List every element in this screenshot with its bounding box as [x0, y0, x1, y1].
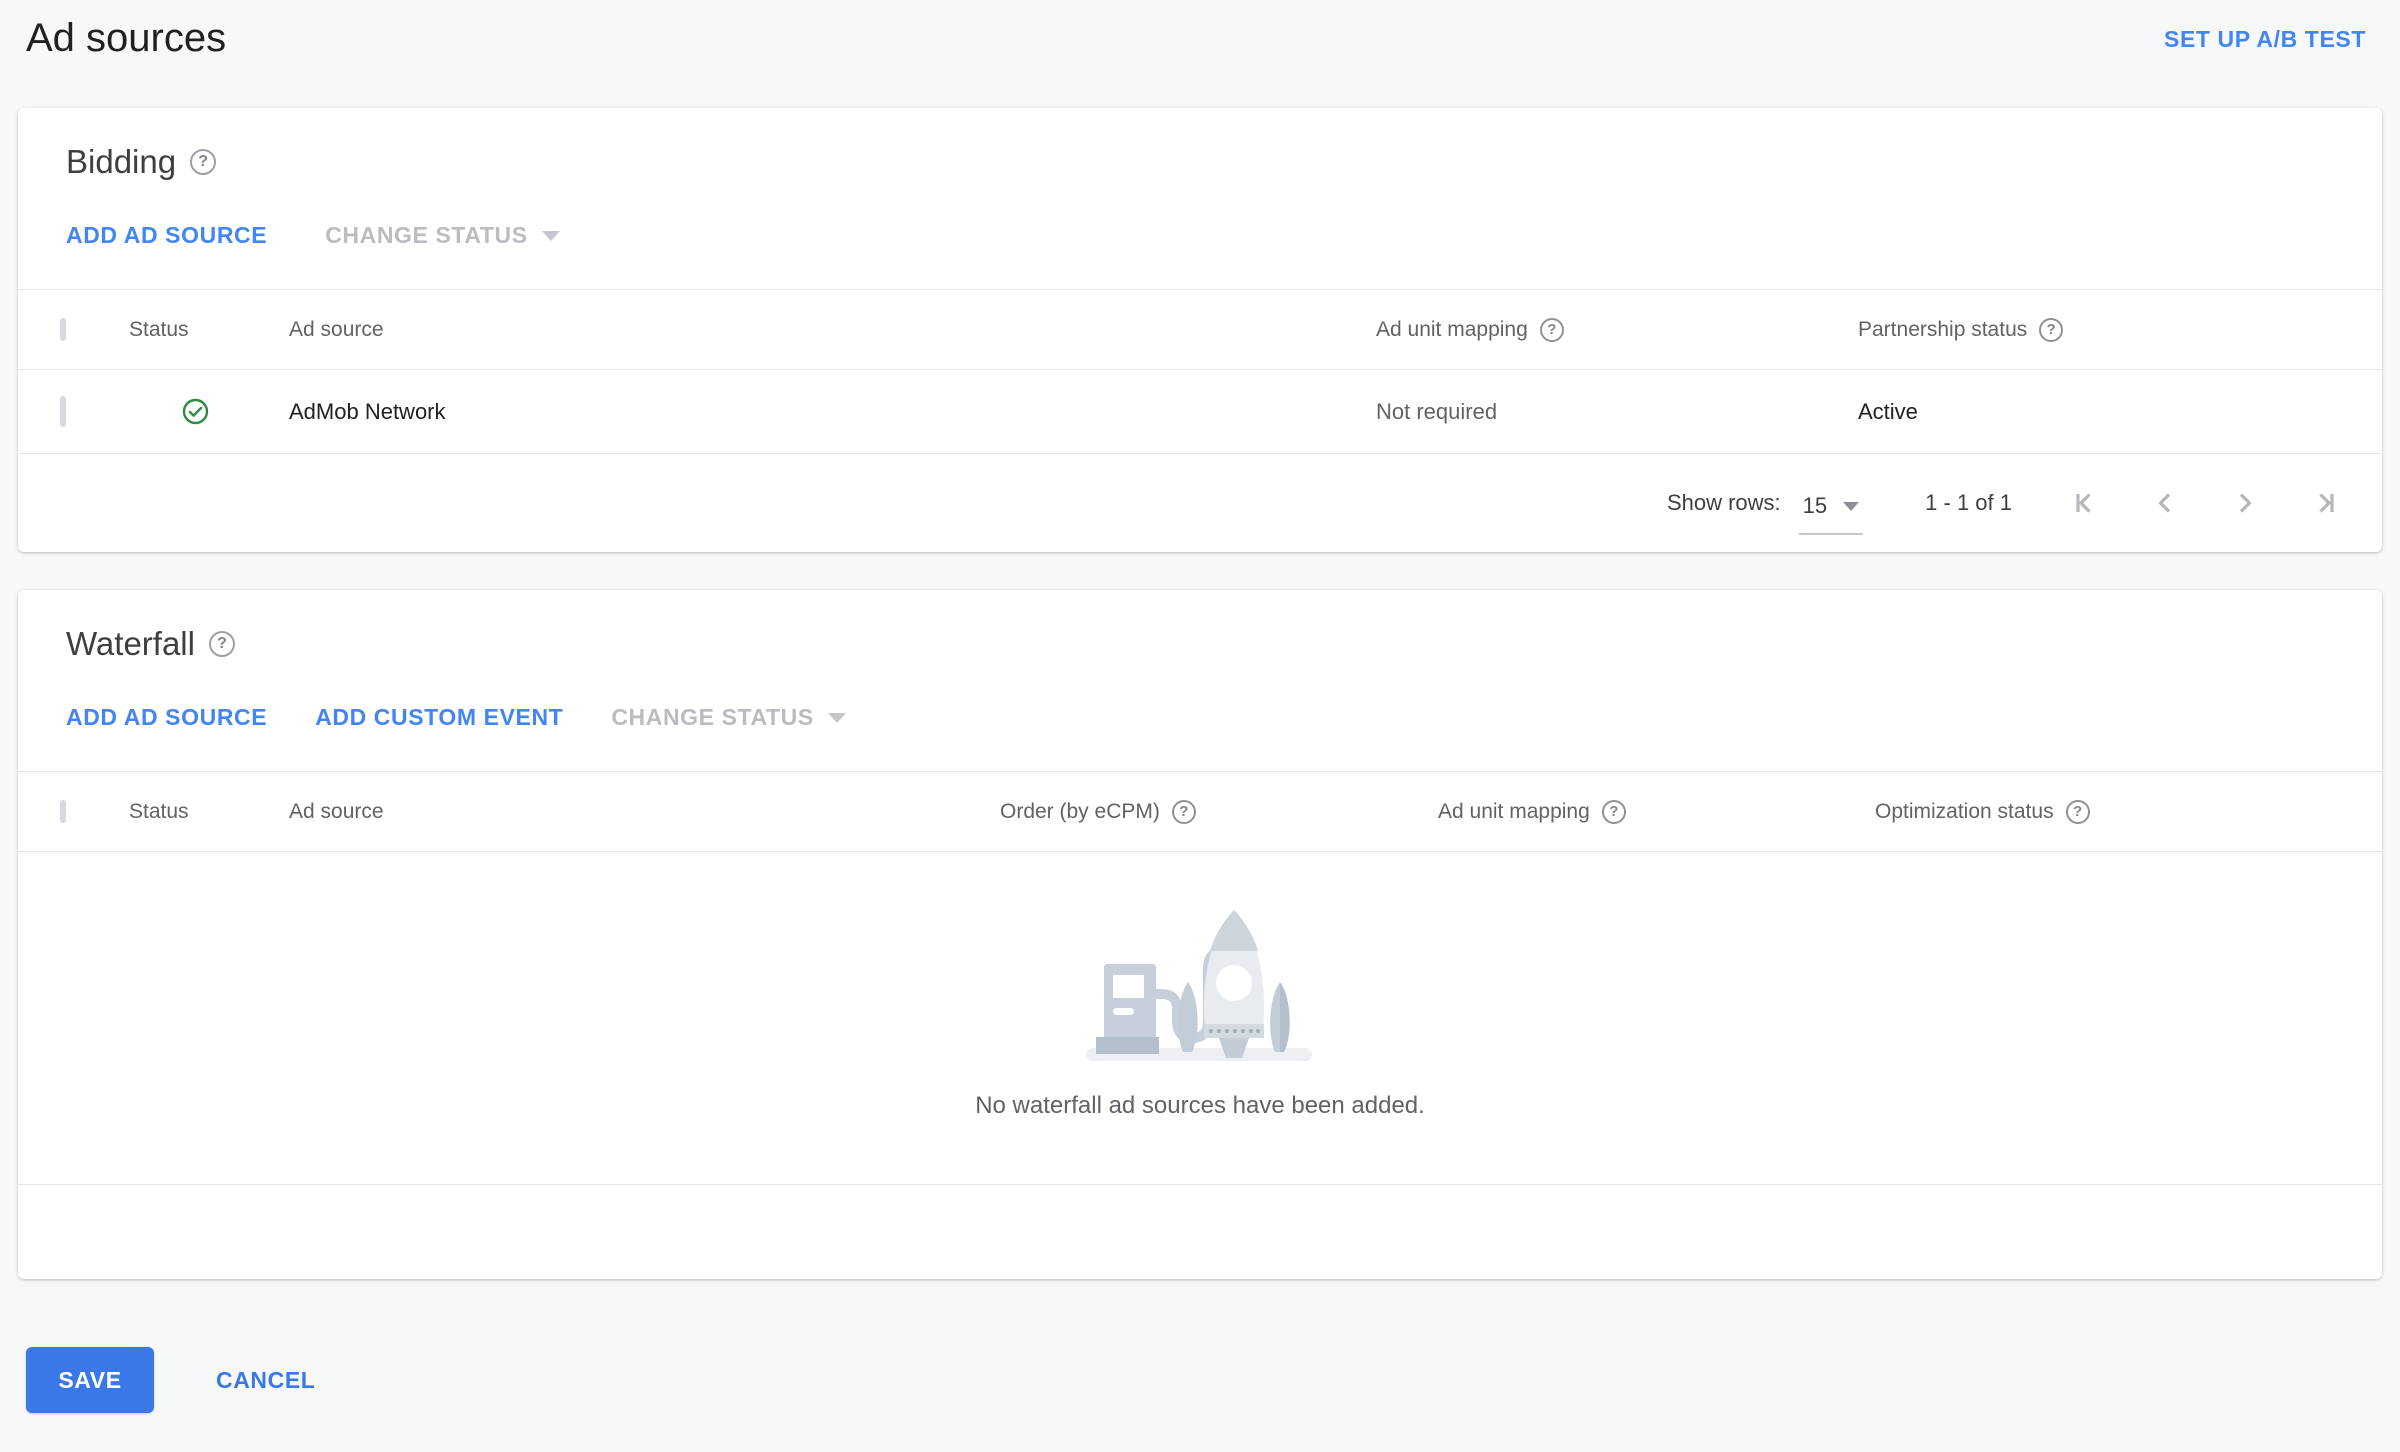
last-page-icon [2319, 493, 2334, 513]
waterfall-section-title: Waterfall [66, 625, 195, 662]
rows-per-page-select[interactable]: 15 [1798, 487, 1864, 535]
bidding-section-title: Bidding [66, 143, 177, 180]
page-title: Ad sources [26, 16, 227, 60]
waterfall-table-header: Status Ad source Order (by eCPM) ? Ad un… [18, 771, 2382, 852]
bidding-card: Bidding ? ADD AD SOURCE CHANGE STATUS St… [18, 108, 2382, 552]
chevron-down-icon [1843, 501, 1860, 511]
help-icon[interactable]: ? [1539, 317, 1564, 342]
first-page-button[interactable] [2068, 486, 2102, 520]
partnership-status-value: Active [1858, 398, 1918, 424]
cancel-button[interactable]: CANCEL [216, 1367, 315, 1394]
bidding-table-header: Status Ad source Ad unit mapping ? Partn… [18, 289, 2382, 370]
show-rows-label: Show rows: [1666, 490, 1781, 515]
help-icon[interactable]: ? [190, 149, 217, 175]
column-status: Status [129, 317, 189, 341]
column-ad-source: Ad source [289, 317, 384, 341]
help-icon[interactable]: ? [2065, 799, 2090, 824]
bidding-table-footer: Show rows: 15 1 - 1 of 1 [18, 454, 2382, 552]
set-up-ab-test-link[interactable]: SET UP A/B TEST [2164, 26, 2366, 53]
save-button[interactable]: SAVE [26, 1347, 154, 1413]
ad-source-name: AdMob Network [289, 398, 446, 424]
chevron-down-icon [827, 712, 846, 723]
empty-state-message: No waterfall ad sources have been added. [975, 1092, 1425, 1119]
change-status-button[interactable]: CHANGE STATUS [325, 222, 560, 249]
waterfall-table-footer [18, 1185, 2382, 1279]
column-ad-unit-mapping: Ad unit mapping [1376, 317, 1528, 341]
waterfall-empty-state: No waterfall ad sources have been added. [18, 852, 2382, 1185]
help-icon[interactable]: ? [208, 631, 235, 657]
page-range: 1 - 1 of 1 [1925, 490, 2012, 515]
check-circle-icon [182, 398, 209, 425]
table-row: AdMob Network Not required Active [18, 370, 2382, 454]
waterfall-card: Waterfall ? ADD AD SOURCE ADD CUSTOM EVE… [18, 590, 2382, 1279]
column-status: Status [129, 799, 189, 823]
column-order-by-ecpm: Order (by eCPM) [1000, 799, 1160, 823]
help-icon[interactable]: ? [2039, 317, 2064, 342]
rocket-fuel-pump-illustration [1086, 910, 1312, 1061]
next-page-icon [2239, 493, 2252, 513]
previous-page-button[interactable] [2148, 486, 2182, 520]
column-partnership-status: Partnership status [1858, 317, 2028, 341]
previous-page-icon [2158, 493, 2171, 513]
add-custom-event-button[interactable]: ADD CUSTOM EVENT [315, 704, 563, 731]
select-all-checkbox[interactable] [60, 317, 66, 341]
column-optimization-status: Optimization status [1875, 799, 2054, 823]
help-icon[interactable]: ? [1601, 799, 1626, 824]
column-ad-source: Ad source [289, 799, 384, 823]
action-bar: SAVE CANCEL [26, 1347, 2400, 1413]
page-header: Ad sources SET UP A/B TEST [0, 0, 2400, 64]
rows-per-page-value: 15 [1802, 493, 1828, 518]
column-ad-unit-mapping: Ad unit mapping [1438, 799, 1590, 823]
ad-unit-mapping-value: Not required [1376, 398, 1498, 424]
change-status-label: CHANGE STATUS [325, 222, 528, 248]
row-checkbox[interactable] [60, 395, 66, 427]
next-page-button[interactable] [2228, 486, 2262, 520]
change-status-label: CHANGE STATUS [611, 704, 814, 730]
change-status-button[interactable]: CHANGE STATUS [611, 704, 846, 731]
first-page-icon [2076, 493, 2091, 513]
chevron-down-icon [541, 230, 560, 241]
add-ad-source-button[interactable]: ADD AD SOURCE [66, 704, 267, 731]
select-all-checkbox[interactable] [60, 799, 66, 823]
help-icon[interactable]: ? [1171, 799, 1196, 824]
add-ad-source-button[interactable]: ADD AD SOURCE [66, 222, 267, 249]
last-page-button[interactable] [2308, 486, 2342, 520]
